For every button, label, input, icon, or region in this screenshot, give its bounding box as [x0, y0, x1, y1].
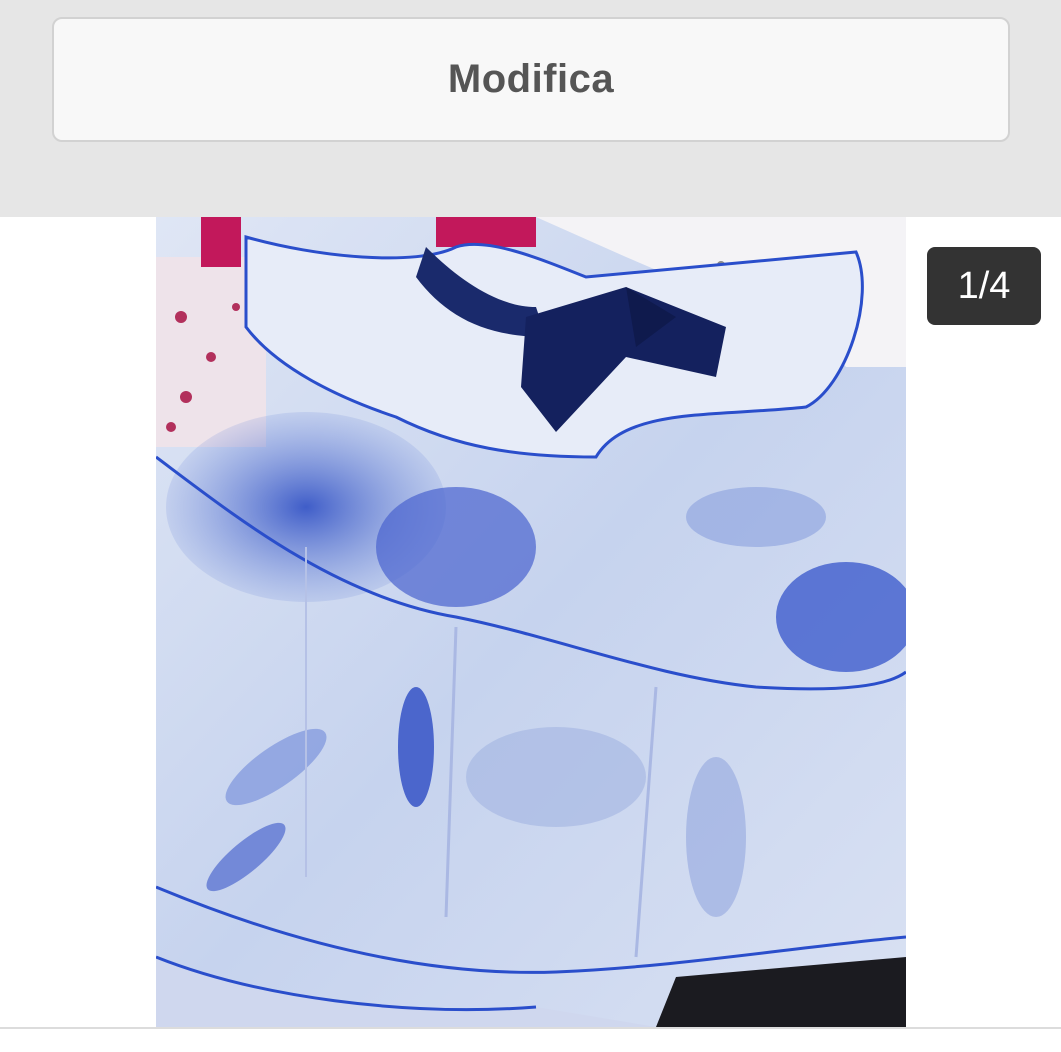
photo-gallery[interactable]: 1/4 — [0, 217, 1061, 1027]
top-bar: Modifica — [0, 0, 1061, 217]
image-counter: 1/4 — [927, 247, 1041, 325]
dress-photo-illustration — [156, 217, 906, 1027]
product-photo[interactable] — [156, 217, 906, 1027]
bottom-divider — [0, 1027, 1061, 1029]
edit-button[interactable]: Modifica — [52, 17, 1010, 142]
edit-button-label: Modifica — [447, 57, 615, 101]
